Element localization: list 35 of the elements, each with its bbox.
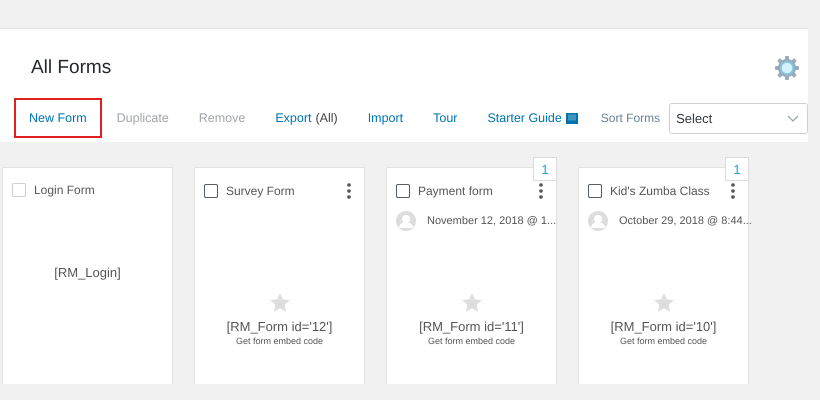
checkbox[interactable]	[396, 184, 410, 198]
star-icon[interactable]	[654, 293, 674, 312]
more-options-icon[interactable]	[539, 183, 543, 199]
form-name: Login Form	[34, 183, 96, 197]
toolbar-link[interactable]: Import	[352, 98, 418, 138]
form-name: Kid's Zumba Class	[610, 184, 711, 198]
embed-code-link[interactable]: Get form embed code	[620, 336, 708, 346]
checkbox[interactable]	[204, 184, 218, 198]
star-icon[interactable]	[462, 293, 482, 312]
count-badge: 1	[725, 157, 749, 181]
sort-select[interactable]: Select	[669, 102, 808, 134]
more-options-icon[interactable]	[731, 183, 735, 199]
checkbox[interactable]	[588, 184, 602, 198]
embed-code-link[interactable]: Get form embed code	[428, 336, 516, 346]
avatar-icon	[588, 211, 608, 231]
count-badge: 1	[533, 157, 557, 181]
date-text: November 12, 2018 @ 1...	[427, 215, 556, 227]
form-name: Survey Form	[226, 184, 296, 198]
shortcode: [RM_Form id='11']	[419, 319, 524, 334]
embed-code-link[interactable]: Get form embed code	[236, 336, 324, 346]
shortcode: [RM_Form id='10']	[610, 319, 716, 334]
date-text: October 29, 2018 @ 8:44...	[619, 215, 752, 227]
chevron-icon	[787, 114, 799, 122]
form-name: Payment form	[418, 184, 494, 198]
toolbar-link[interactable]: Tour	[418, 98, 472, 138]
toolbar-link[interactable]: Starter Guide	[472, 98, 593, 138]
avatar-icon	[396, 211, 416, 231]
star-icon[interactable]	[270, 293, 290, 312]
shortcode: [RM_Form id='12']	[226, 319, 332, 334]
more-options-icon[interactable]	[347, 183, 351, 199]
sort-label: Sort Forms	[600, 111, 660, 125]
toolbar-link[interactable]: Export (All)	[260, 98, 353, 138]
shortcode: [RM_Login]	[54, 265, 121, 280]
page-title: All Forms	[31, 57, 112, 79]
toolbar-link[interactable]: New Form	[14, 98, 102, 138]
